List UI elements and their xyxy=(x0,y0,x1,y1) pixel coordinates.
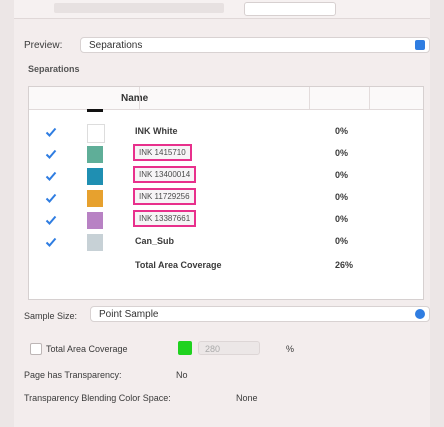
tac-color-swatch[interactable] xyxy=(178,341,192,355)
sample-size-popup[interactable]: Point Sample xyxy=(90,306,430,322)
table-row[interactable]: INK 13387661 0% xyxy=(29,209,423,232)
ink-name: INK 11729256 xyxy=(133,188,196,205)
column-name-header[interactable]: Name xyxy=(121,93,148,104)
checkmark-icon[interactable] xyxy=(45,214,57,226)
table-row[interactable]: Can_Sub 0% xyxy=(29,231,423,254)
ink-name: INK 1415710 xyxy=(133,144,192,161)
preview-value: Separations xyxy=(89,40,143,51)
table-row[interactable]: INK 13400014 0% xyxy=(29,165,423,188)
checkmark-icon[interactable] xyxy=(45,236,57,248)
table-row[interactable]: INK White 0% xyxy=(29,121,423,144)
transparency-label: Page has Transparency: xyxy=(24,370,122,380)
ink-coverage: 0% xyxy=(335,148,349,158)
tac-unit: % xyxy=(286,344,295,354)
ink-coverage: 0% xyxy=(335,214,349,224)
checkmark-icon[interactable] xyxy=(45,170,57,182)
segment-active[interactable] xyxy=(244,2,336,16)
sample-size-label: Sample Size: xyxy=(24,311,78,321)
total-row: Total Area Coverage 26% xyxy=(29,255,423,278)
ink-coverage: 0% xyxy=(335,192,349,202)
checkmark-icon[interactable] xyxy=(45,192,57,204)
ink-coverage: 0% xyxy=(335,236,349,246)
ink-coverage: 0% xyxy=(335,126,349,136)
table-row[interactable]: INK 1415710 0% xyxy=(29,143,423,166)
table-row[interactable]: INK Black0% xyxy=(29,109,423,119)
tac-label: Total Area Coverage xyxy=(46,344,128,354)
blending-label: Transparency Blending Color Space: xyxy=(24,393,171,403)
chevron-icon xyxy=(415,309,425,319)
ink-name: Can_Sub xyxy=(135,236,175,246)
preview-popup[interactable]: Separations xyxy=(80,37,430,53)
checkmark-icon[interactable] xyxy=(45,148,57,160)
tac-value-field[interactable]: 280 xyxy=(198,341,260,355)
top-segmented-control xyxy=(14,0,430,19)
preview-label: Preview: xyxy=(24,40,63,51)
ink-color-swatch xyxy=(87,234,103,251)
ink-color-swatch xyxy=(87,109,103,112)
separations-title: Separations xyxy=(28,64,80,74)
ink-name: INK 13400014 xyxy=(133,166,197,183)
chevron-down-icon xyxy=(415,40,425,50)
ink-name: INK 13387661 xyxy=(133,210,197,227)
ink-color-swatch xyxy=(87,212,103,229)
total-label: Total Area Coverage xyxy=(135,260,222,270)
sample-size-value: Point Sample xyxy=(99,309,159,320)
table-header: Name xyxy=(29,87,423,110)
transparency-value: No xyxy=(176,370,188,380)
ink-coverage: 0% xyxy=(335,170,349,180)
table-row[interactable]: INK 11729256 0% xyxy=(29,187,423,210)
tac-checkbox[interactable] xyxy=(30,343,42,355)
checkmark-icon[interactable] xyxy=(45,126,57,138)
segment-inactive[interactable] xyxy=(54,3,224,13)
ink-color-swatch xyxy=(87,190,103,207)
blending-value: None xyxy=(236,393,258,403)
ink-color-swatch xyxy=(87,168,103,185)
ink-color-swatch xyxy=(87,146,103,163)
total-coverage: 26% xyxy=(335,260,354,270)
ink-color-swatch xyxy=(87,124,105,143)
ink-name: INK White xyxy=(135,126,178,136)
separations-table: Name INK Black0% INK White 0% INK 1415710 0%… xyxy=(28,86,424,300)
